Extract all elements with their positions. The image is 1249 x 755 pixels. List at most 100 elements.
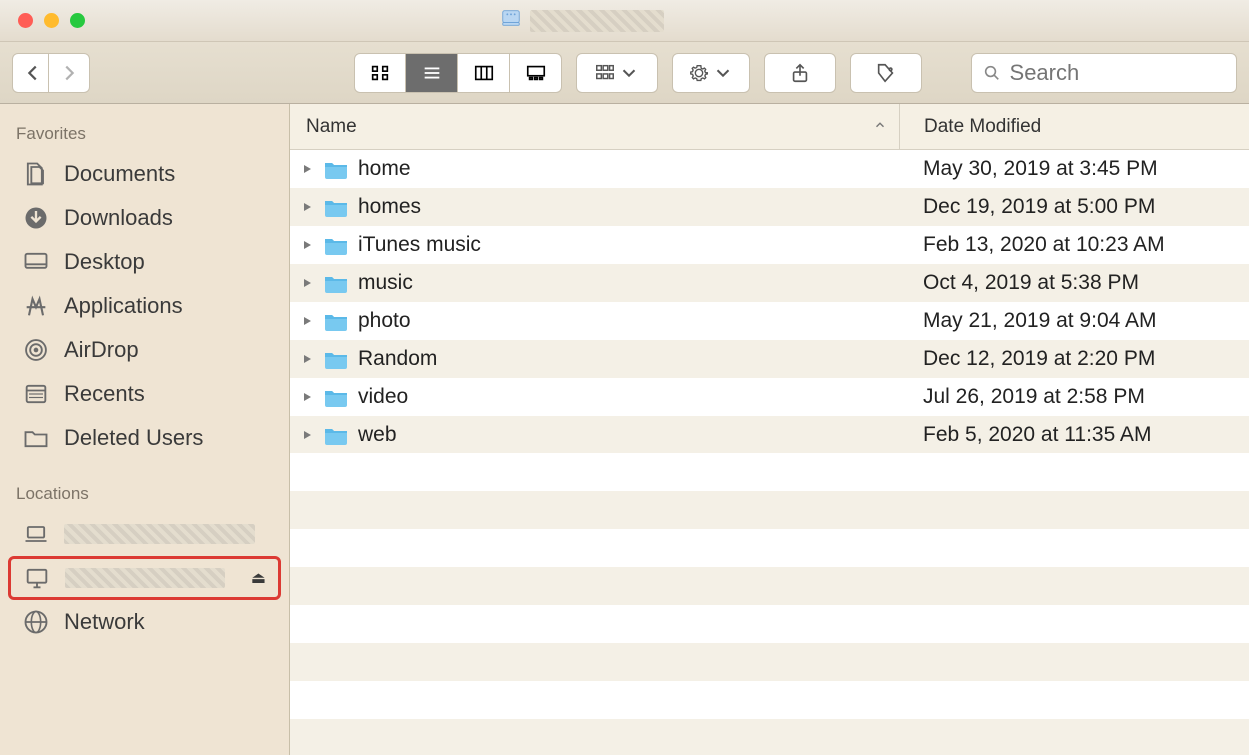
view-gallery-button[interactable] bbox=[510, 53, 562, 93]
documents-icon bbox=[22, 160, 50, 188]
file-name: Random bbox=[354, 347, 899, 371]
file-date: Feb 13, 2020 at 10:23 AM bbox=[899, 233, 1249, 257]
monitor-icon bbox=[23, 564, 51, 592]
folder-icon bbox=[324, 349, 354, 369]
file-name: music bbox=[354, 271, 899, 295]
sidebar: Favorites Documents Downloads Desktop Appli… bbox=[0, 104, 290, 755]
desktop-icon bbox=[22, 248, 50, 276]
file-name: homes bbox=[354, 195, 899, 219]
gear-icon bbox=[688, 62, 710, 84]
folder-icon bbox=[324, 159, 354, 179]
sort-indicator-icon bbox=[873, 116, 887, 138]
sidebar-item-airdrop[interactable]: AirDrop bbox=[0, 328, 289, 372]
close-window-button[interactable] bbox=[18, 13, 33, 28]
server-volume-icon bbox=[500, 7, 522, 34]
tag-icon bbox=[875, 62, 897, 84]
file-row[interactable]: homeMay 30, 2019 at 3:45 PM bbox=[290, 150, 1249, 188]
sidebar-location-item[interactable]: Network bbox=[0, 600, 289, 644]
location-label-obscured bbox=[64, 524, 255, 544]
file-name: video bbox=[354, 385, 899, 409]
file-row[interactable]: musicOct 4, 2019 at 5:38 PM bbox=[290, 264, 1249, 302]
sidebar-favorites-heading: Favorites bbox=[0, 118, 289, 152]
sidebar-item-desktop[interactable]: Desktop bbox=[0, 240, 289, 284]
location-label-obscured bbox=[65, 568, 225, 588]
file-row[interactable]: photoMay 21, 2019 at 9:04 AM bbox=[290, 302, 1249, 340]
tags-button[interactable] bbox=[850, 53, 922, 93]
laptop-icon bbox=[22, 520, 50, 548]
file-name: home bbox=[354, 157, 899, 181]
minimize-window-button[interactable] bbox=[44, 13, 59, 28]
view-list-button[interactable] bbox=[406, 53, 458, 93]
sidebar-item-label: Deleted Users bbox=[64, 425, 203, 451]
view-column-button[interactable] bbox=[458, 53, 510, 93]
traffic-lights bbox=[0, 13, 85, 28]
column-headers: Name Date Modified bbox=[290, 104, 1249, 150]
disclosure-triangle-icon[interactable] bbox=[290, 315, 324, 327]
fullscreen-window-button[interactable] bbox=[70, 13, 85, 28]
file-date: Jul 26, 2019 at 2:58 PM bbox=[899, 385, 1249, 409]
group-by-button[interactable] bbox=[576, 53, 658, 93]
empty-rows-filler bbox=[290, 453, 1249, 755]
view-icon-button[interactable] bbox=[354, 53, 406, 93]
file-name: web bbox=[354, 423, 899, 447]
sidebar-item-documents[interactable]: Documents bbox=[0, 152, 289, 196]
sidebar-item-label: Network bbox=[64, 609, 145, 635]
file-row[interactable]: homesDec 19, 2019 at 5:00 PM bbox=[290, 188, 1249, 226]
chevron-down-icon bbox=[618, 62, 640, 84]
file-date: Dec 19, 2019 at 5:00 PM bbox=[899, 195, 1249, 219]
sidebar-item-applications[interactable]: Applications bbox=[0, 284, 289, 328]
disclosure-triangle-icon[interactable] bbox=[290, 391, 324, 403]
file-list-area: Name Date Modified homeMay 30, 2019 at 3… bbox=[290, 104, 1249, 755]
disclosure-triangle-icon[interactable] bbox=[290, 277, 324, 289]
file-date: May 21, 2019 at 9:04 AM bbox=[899, 309, 1249, 333]
window-title-obscured bbox=[530, 10, 664, 32]
sidebar-item-label: Desktop bbox=[64, 249, 145, 275]
disclosure-triangle-icon[interactable] bbox=[290, 163, 324, 175]
disclosure-triangle-icon[interactable] bbox=[290, 429, 324, 441]
file-date: May 30, 2019 at 3:45 PM bbox=[899, 157, 1249, 181]
sidebar-location-item[interactable]: ⏏ bbox=[8, 556, 281, 600]
file-row[interactable]: webFeb 5, 2020 at 11:35 AM bbox=[290, 416, 1249, 453]
column-date[interactable]: Date Modified bbox=[899, 104, 1249, 149]
eject-icon[interactable]: ⏏ bbox=[251, 568, 266, 588]
sidebar-item-downloads[interactable]: Downloads bbox=[0, 196, 289, 240]
sidebar-item-label: Documents bbox=[64, 161, 175, 187]
share-icon bbox=[789, 62, 811, 84]
column-name[interactable]: Name bbox=[290, 116, 899, 138]
sidebar-locations-heading: Locations bbox=[0, 478, 289, 512]
titlebar bbox=[0, 0, 1249, 42]
sidebar-item-recents[interactable]: Recents bbox=[0, 372, 289, 416]
forward-button[interactable] bbox=[48, 53, 90, 93]
sidebar-item-label: Applications bbox=[64, 293, 183, 319]
disclosure-triangle-icon[interactable] bbox=[290, 239, 324, 251]
network-icon bbox=[22, 608, 50, 636]
file-row[interactable]: RandomDec 12, 2019 at 2:20 PM bbox=[290, 340, 1249, 378]
action-menu-button[interactable] bbox=[672, 53, 750, 93]
sidebar-location-item[interactable] bbox=[0, 512, 289, 556]
search-input[interactable] bbox=[1010, 60, 1226, 86]
file-row[interactable]: videoJul 26, 2019 at 2:58 PM bbox=[290, 378, 1249, 416]
file-date: Feb 5, 2020 at 11:35 AM bbox=[899, 423, 1249, 447]
share-button[interactable] bbox=[764, 53, 836, 93]
view-mode-segmented bbox=[354, 53, 562, 93]
folder-icon bbox=[22, 424, 50, 452]
applications-icon bbox=[22, 292, 50, 320]
sidebar-item-label: AirDrop bbox=[64, 337, 139, 363]
folder-icon bbox=[324, 425, 354, 445]
folder-icon bbox=[324, 387, 354, 407]
file-date: Dec 12, 2019 at 2:20 PM bbox=[899, 347, 1249, 371]
folder-icon bbox=[324, 235, 354, 255]
search-field[interactable] bbox=[971, 53, 1237, 93]
search-icon bbox=[982, 63, 1002, 83]
column-date-label: Date Modified bbox=[924, 116, 1041, 138]
disclosure-triangle-icon[interactable] bbox=[290, 201, 324, 213]
disclosure-triangle-icon[interactable] bbox=[290, 353, 324, 365]
folder-icon bbox=[324, 197, 354, 217]
file-name: iTunes music bbox=[354, 233, 899, 257]
column-name-label: Name bbox=[306, 116, 357, 138]
airdrop-icon bbox=[22, 336, 50, 364]
file-row[interactable]: iTunes musicFeb 13, 2020 at 10:23 AM bbox=[290, 226, 1249, 264]
chevron-down-icon bbox=[712, 62, 734, 84]
file-name: photo bbox=[354, 309, 899, 333]
sidebar-item-deleted-users[interactable]: Deleted Users bbox=[0, 416, 289, 460]
